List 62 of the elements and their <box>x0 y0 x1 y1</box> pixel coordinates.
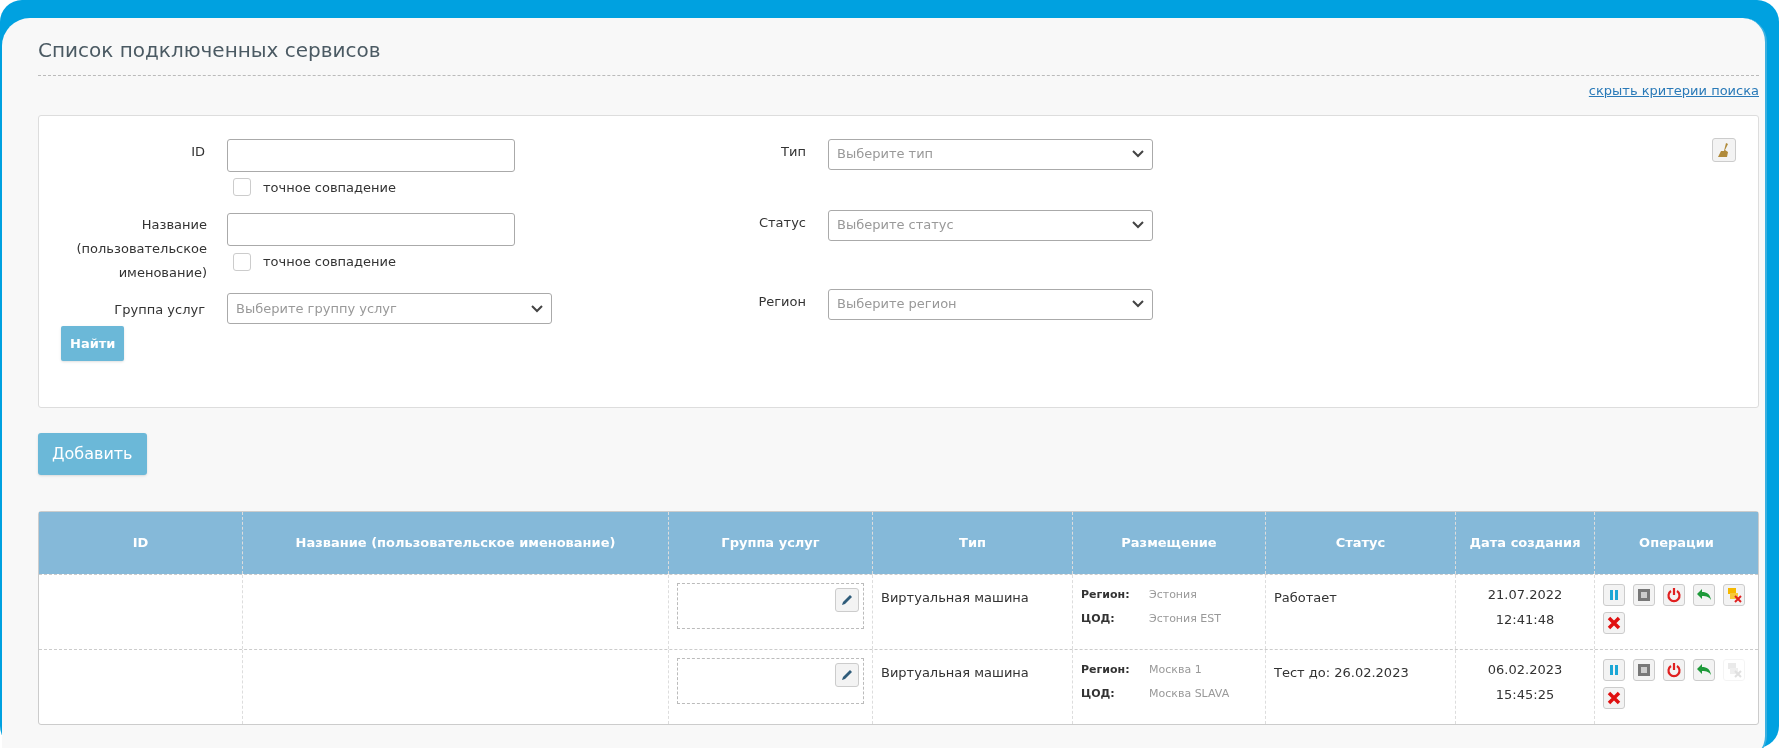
add-button[interactable]: Добавить <box>38 432 147 475</box>
time-text: 15:45:25 <box>1495 686 1555 704</box>
column-header: Размещение <box>1121 533 1217 552</box>
select-field[interactable]: Выберите статус <box>828 209 1153 241</box>
pause-icon[interactable] <box>1603 658 1625 681</box>
column-header: Дата создания <box>1469 533 1581 552</box>
checkbox[interactable] <box>233 252 251 271</box>
select-field[interactable]: Выберите тип <box>828 138 1153 170</box>
date-text: 21.07.2022 <box>1487 585 1563 604</box>
datacenter-label: ЦОД: <box>1081 611 1116 627</box>
delete-icon[interactable] <box>1603 686 1625 709</box>
column-header: Название (пользовательское именование) <box>295 533 616 552</box>
status-cell: Тест до: 26.02.2023 <box>1274 664 1409 680</box>
chevron-down-icon <box>1132 221 1144 229</box>
checkbox-label: точное совпадение <box>263 253 396 271</box>
pause-icon[interactable] <box>1603 583 1625 606</box>
select-field[interactable]: Выберите группу услуг <box>227 293 552 324</box>
delete-icon[interactable] <box>1603 611 1625 634</box>
column-header: Статус <box>1335 533 1386 552</box>
stop-icon[interactable] <box>1633 583 1655 606</box>
group-field[interactable] <box>677 657 864 704</box>
power-icon[interactable] <box>1663 583 1685 606</box>
checkbox-label: точное совпадение <box>263 178 396 197</box>
region-label: Регион: <box>1081 586 1131 603</box>
select-field[interactable]: Выберите регион <box>828 288 1153 320</box>
column-header: Тип <box>959 533 986 552</box>
region-label: Регион <box>758 293 806 309</box>
column-header: Группа услуг <box>721 533 820 552</box>
stop-icon[interactable] <box>1633 658 1655 681</box>
id-input[interactable] <box>227 138 515 172</box>
power-icon[interactable] <box>1663 658 1685 681</box>
hide-criteria-link[interactable]: скрыть критерии поиска <box>1588 81 1759 101</box>
region-value: Москва 1 <box>1149 661 1203 678</box>
status-label: Статус <box>758 214 806 230</box>
chevron-down-icon <box>1132 150 1144 158</box>
type-cell: Виртуальная машина <box>881 664 1029 680</box>
column-header: Операции <box>1639 533 1714 552</box>
status-cell: Работает <box>1274 589 1337 605</box>
type-cell: Виртуальная машина <box>881 589 1029 605</box>
search-button[interactable]: Найти <box>61 326 125 361</box>
checkbox[interactable] <box>233 178 251 197</box>
datacenter-value: Москва SLAVA <box>1149 686 1231 702</box>
name-label: Название (пользовательское именование) <box>75 216 207 282</box>
group-field[interactable] <box>677 582 864 629</box>
type-label: Тип <box>781 143 806 159</box>
edit-icon[interactable] <box>835 662 859 687</box>
datacenter-value: Эстония EST <box>1149 611 1222 627</box>
id-label: ID <box>191 143 205 159</box>
date-text: 06.02.2023 <box>1487 660 1563 679</box>
edit-icon[interactable] <box>835 587 859 612</box>
name-input[interactable] <box>227 213 515 246</box>
time-text: 12:41:48 <box>1495 611 1555 629</box>
chevron-down-icon <box>531 304 543 313</box>
page-title: Список подключенных сервисов <box>38 37 382 64</box>
chevron-down-icon <box>1132 300 1144 308</box>
region-value: Эстония <box>1149 586 1198 603</box>
clear-filters-icon[interactable] <box>1712 137 1736 162</box>
datacenter-label: ЦОД: <box>1081 686 1116 702</box>
group-label: Группа услуг <box>114 301 205 317</box>
region-label: Регион: <box>1081 661 1131 678</box>
remove-icon[interactable] <box>1723 583 1745 606</box>
column-header: ID <box>132 533 149 552</box>
